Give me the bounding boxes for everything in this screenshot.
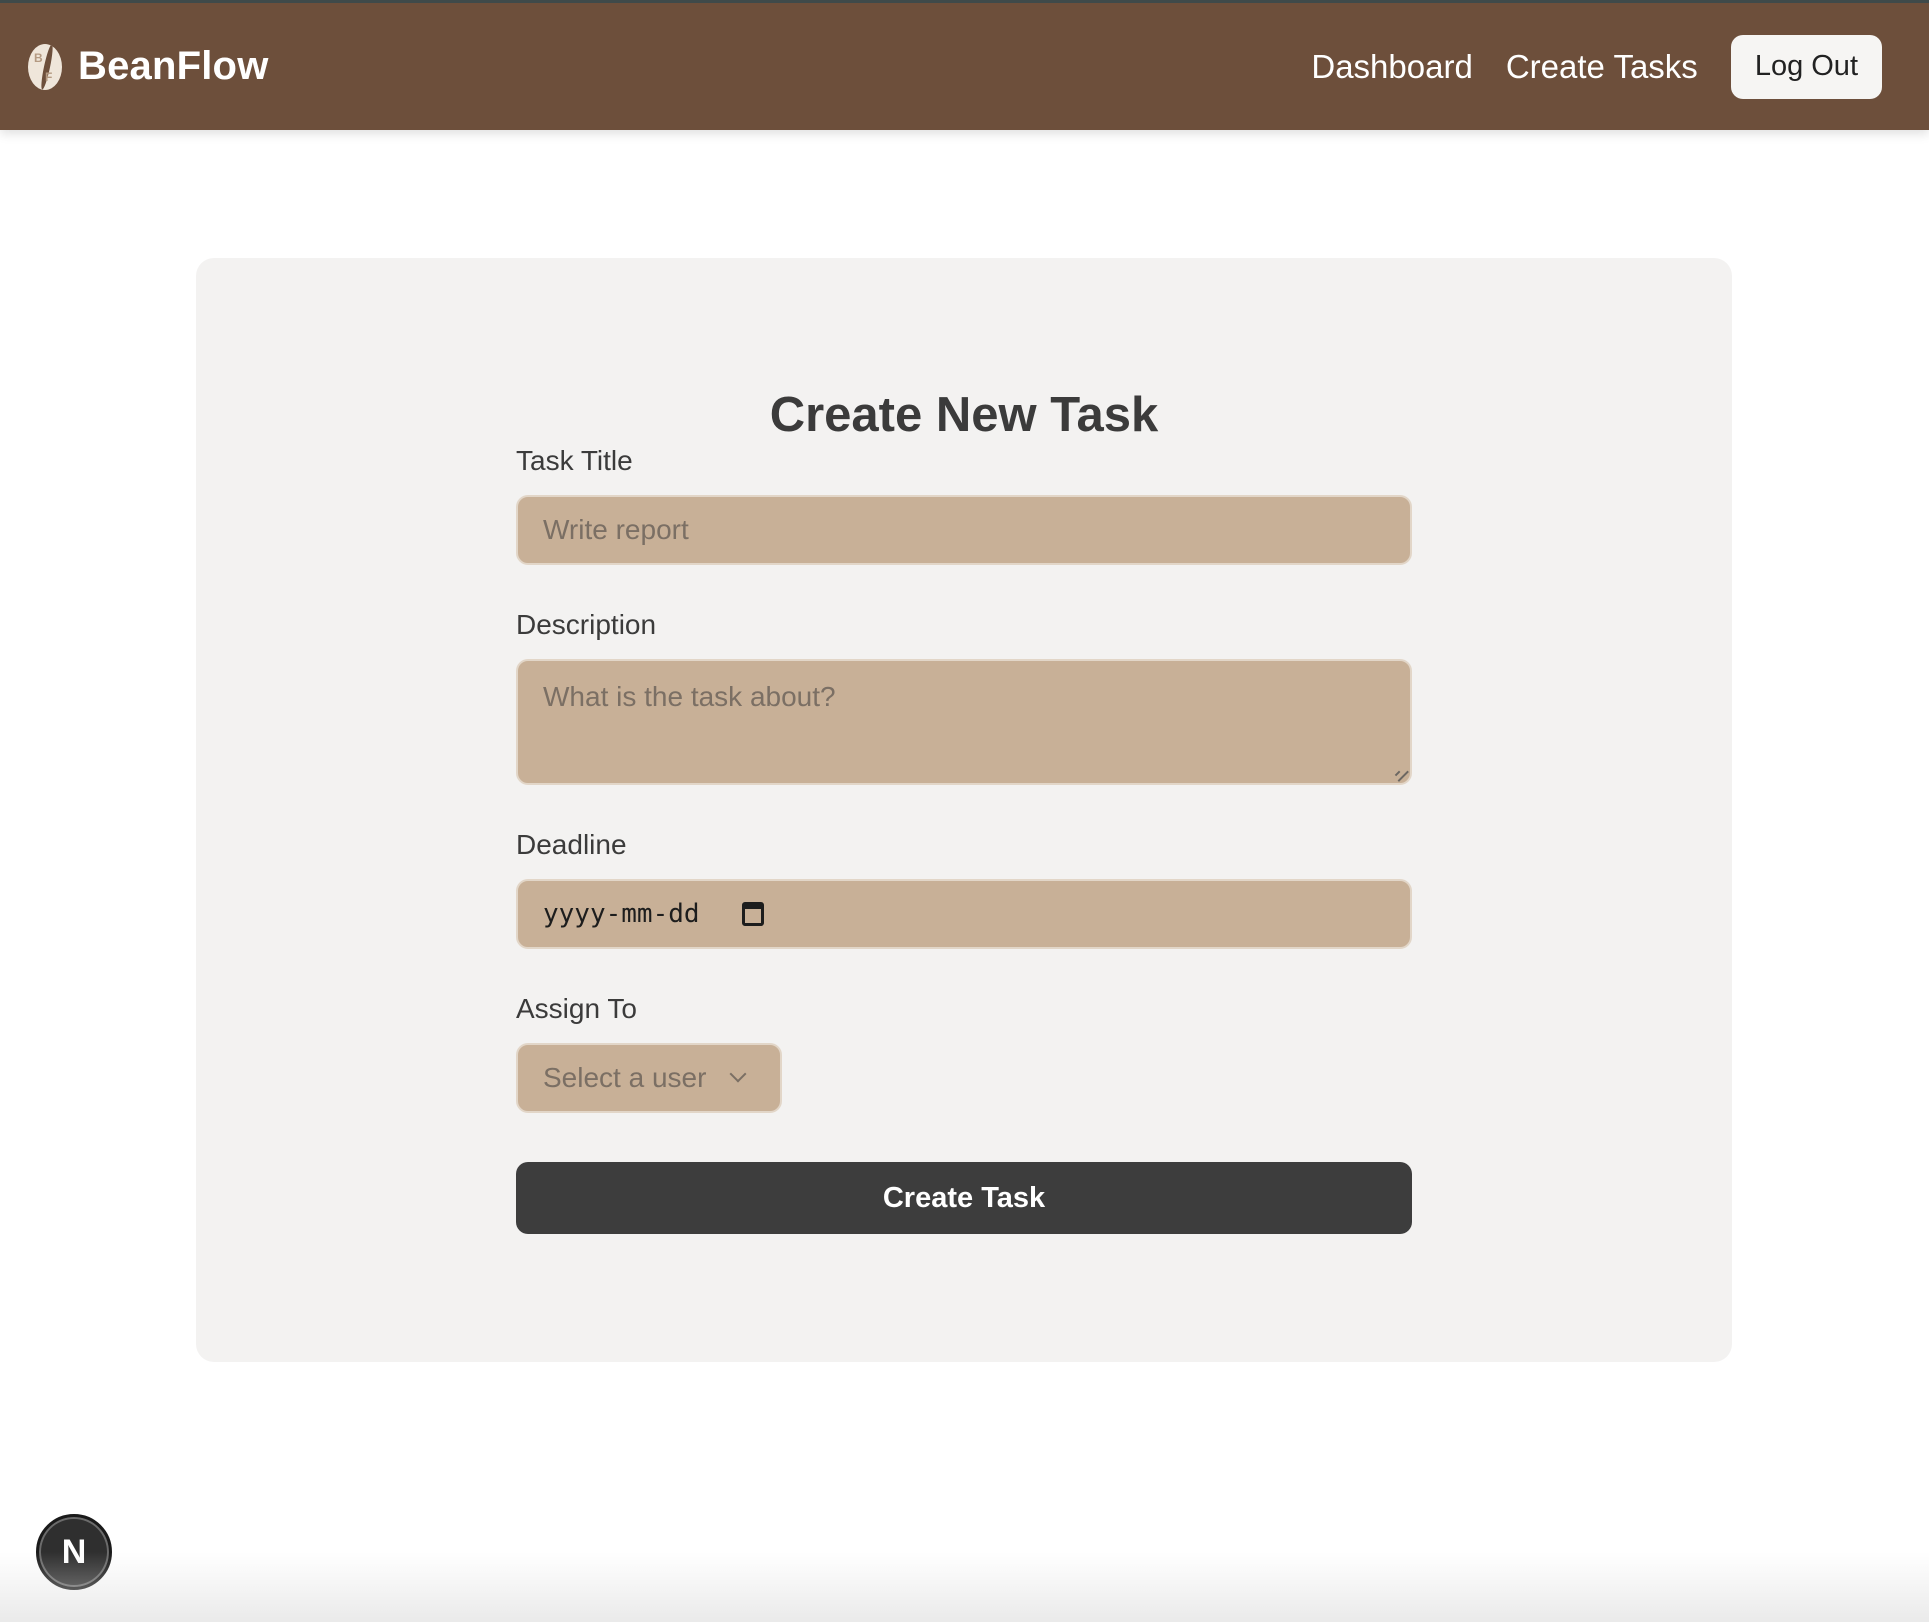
description-placeholder: What is the task about? — [543, 681, 836, 712]
nav-links: Dashboard Create Tasks Log Out — [1278, 34, 1882, 99]
brand-name: BeanFlow — [78, 44, 269, 88]
task-title-label: Task Title — [516, 445, 633, 476]
task-title-input[interactable]: Write report — [516, 495, 1412, 565]
description-textarea[interactable]: What is the task about? — [516, 659, 1412, 785]
assign-to-label: Assign To — [516, 993, 637, 1024]
deadline-label: Deadline — [516, 829, 627, 860]
logo-letter-f: F — [45, 69, 53, 84]
create-task-card: Create New Task Task Title Write report … — [196, 258, 1732, 1362]
description-label: Description — [516, 609, 657, 640]
nav-link-create-tasks[interactable]: Create Tasks — [1506, 48, 1698, 86]
create-task-button[interactable]: Create Task — [516, 1162, 1412, 1234]
nav-link-dashboard[interactable]: Dashboard — [1311, 48, 1472, 86]
calendar-icon[interactable] — [741, 902, 764, 926]
bottom-fade — [0, 1552, 1929, 1622]
deadline-date-input[interactable]: yyyy-mm-dd — [516, 879, 1412, 949]
logo-letter-b: B — [34, 50, 43, 65]
brand[interactable]: B F BeanFlow — [28, 43, 269, 90]
assign-to-selected: Select a user — [543, 1062, 707, 1093]
bean-logo-icon: B F — [28, 43, 62, 90]
form-title: Create New Task — [769, 388, 1159, 442]
assign-to-select[interactable]: Select a user — [516, 1043, 782, 1113]
deadline-value: yyyy-mm-dd — [543, 899, 700, 929]
logout-button[interactable]: Log Out — [1730, 34, 1882, 99]
task-title-placeholder: Write report — [543, 514, 689, 545]
resize-handle-icon[interactable] — [1389, 762, 1409, 782]
chevron-down-icon — [729, 1065, 747, 1083]
top-navbar: B F BeanFlow Dashboard Create Tasks Log … — [0, 0, 1929, 130]
